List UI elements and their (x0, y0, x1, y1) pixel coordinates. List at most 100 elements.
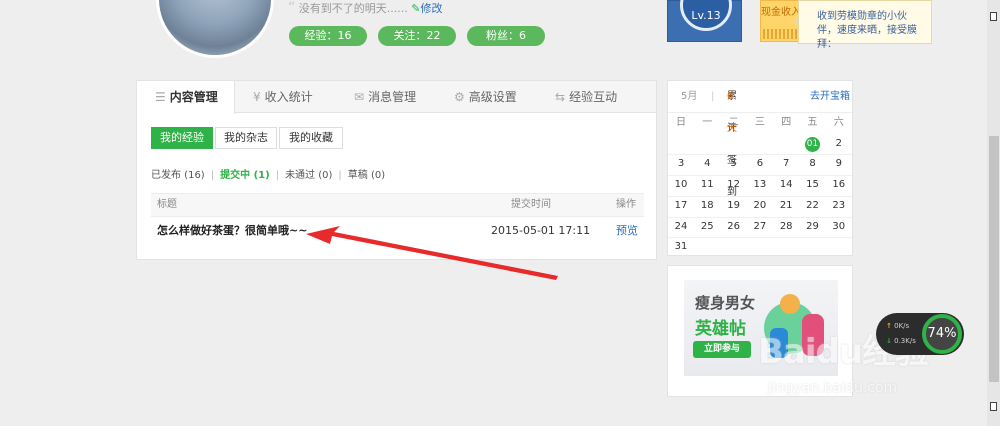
filter-drafts[interactable]: 草稿 (0) (348, 170, 385, 181)
scroll-down-button[interactable] (990, 402, 997, 411)
calendar-day[interactable]: 30 (826, 217, 852, 237)
tab-content-management[interactable]: ☰ 内容管理 (137, 81, 235, 114)
scroll-thumb[interactable] (989, 136, 999, 382)
scroll-up-button[interactable] (990, 12, 997, 21)
edit-motto-link[interactable]: ✎修改 (411, 2, 442, 15)
weekday-label: 日 (676, 117, 686, 128)
level-badge[interactable]: Lv.13 (667, 0, 742, 42)
weekday-label: 三 (754, 117, 765, 128)
filter-rejected[interactable]: 未通过 (0) (285, 170, 332, 181)
filter-submitting[interactable]: 提交中 (1) (220, 170, 270, 181)
gear-icon: ⚙ (454, 90, 465, 104)
stat-following[interactable]: 关注：22 (378, 26, 456, 46)
medal-tooltip: 收到劳模勋章的小伙伴，速度来晒，接受膜拜： (793, 0, 932, 50)
calendar-day[interactable]: 2 (826, 134, 852, 154)
calendar-day[interactable]: 19 (721, 196, 747, 216)
calendar-day[interactable]: 16 (826, 175, 852, 195)
sign-in-calendar: 5月 | 累计签到 0天 去开宝箱 日一二三四五六 01 2 3 4 5 6 7 8 9 10 11 1… (667, 80, 853, 259)
calendar-day (800, 237, 826, 257)
calendar-day[interactable]: 22 (800, 196, 826, 216)
calendar-day[interactable]: 9 (826, 154, 852, 174)
calendar-day (747, 237, 773, 257)
main-tabs: ☰ 内容管理 ¥ 收入统计 ✉ 消息管理 ⚙ 高级设置 ⇆ 经验互动 (137, 81, 656, 114)
calendar-day[interactable]: 5 (721, 154, 747, 174)
network-speed-widget[interactable]: ↑ 0K/s ↓ 0.3K/s 74% (876, 313, 964, 355)
calendar-day[interactable]: 4 (694, 154, 720, 174)
calendar-day[interactable]: 27 (747, 217, 773, 237)
calendar-day (694, 237, 720, 257)
calendar-day[interactable]: 10 (668, 175, 694, 195)
calendar-day[interactable]: 29 (800, 217, 826, 237)
calendar-day (747, 134, 773, 154)
calendar-day[interactable]: 21 (773, 196, 799, 216)
ad-illustration-head (780, 294, 800, 314)
calendar-day[interactable]: 14 (773, 175, 799, 195)
calendar-day[interactable]: 26 (721, 217, 747, 237)
calendar-row-divider (668, 257, 852, 259)
row-title-link[interactable]: 怎么样做好茶蛋？很简单哦~~ (157, 218, 307, 244)
tab-message-management[interactable]: ✉ 消息管理 (354, 81, 444, 113)
subtab-my-favorites[interactable]: 我的收藏 (279, 127, 343, 149)
subtab-my-magazine[interactable]: 我的杂志 (215, 127, 277, 149)
filter-published[interactable]: 已发布 (16) (151, 170, 205, 181)
weekday-label: 五 (807, 117, 818, 128)
today-marker: 01 (805, 136, 820, 152)
calendar-day[interactable]: 6 (747, 154, 773, 174)
weekday-label: 一 (702, 117, 713, 128)
weekday-label: 四 (781, 117, 792, 128)
weekday-label: 二 (728, 117, 739, 128)
calendar-day[interactable]: 23 (826, 196, 852, 216)
calendar-day (721, 237, 747, 257)
calendar-day[interactable]: 28 (773, 217, 799, 237)
calendar-day[interactable]: 18 (694, 196, 720, 216)
calendar-month: 5月 (681, 91, 698, 102)
calendar-day (826, 237, 852, 257)
profile-header: “ 没有到不了的明天...... ✎修改 经验：16 关注：22 粉丝：6 (136, 0, 656, 70)
calendar-day[interactable]: 11 (694, 175, 720, 195)
column-action: 操作 (616, 199, 636, 210)
table-header: 标题 提交时间 操作 (151, 193, 644, 217)
calendar-day[interactable]: 12 (721, 175, 747, 195)
calendar-day[interactable]: 01 (800, 134, 826, 154)
calendar-day[interactable]: 3 (668, 154, 694, 174)
tab-experience-interaction[interactable]: ⇆ 经验互动 (555, 81, 645, 113)
mail-icon: ✉ (354, 90, 365, 104)
preview-link[interactable]: 预览 (616, 218, 638, 244)
calendar-day[interactable]: 15 (800, 175, 826, 195)
calendar-day[interactable]: 7 (773, 154, 799, 174)
avatar[interactable] (156, 0, 274, 58)
calendar-day (694, 134, 720, 154)
tab-advanced-settings[interactable]: ⚙ 高级设置 (454, 81, 544, 113)
calendar-day[interactable]: 25 (694, 217, 720, 237)
memory-percent: 74% (922, 314, 962, 354)
barcode-icon (763, 29, 799, 39)
calendar-day (773, 237, 799, 257)
stat-fans[interactable]: 粉丝：6 (467, 26, 545, 46)
level-value: Lv.13 (680, 0, 732, 31)
calendar-day[interactable]: 17 (668, 196, 694, 216)
calendar-day[interactable]: 20 (747, 196, 773, 216)
weekday-label: 六 (833, 117, 844, 128)
subtab-my-experience[interactable]: 我的经验 (151, 127, 213, 149)
tab-income-stats[interactable]: ¥ 收入统计 (253, 81, 343, 113)
calendar-day (668, 134, 694, 154)
calendar-header: 5月 | 累计签到 0天 去开宝箱 (668, 81, 852, 198)
quote-icon: “ (288, 0, 296, 16)
ad-line2: 英雄帖 (695, 319, 746, 339)
calendar-day[interactable]: 24 (668, 217, 694, 237)
list-icon: ☰ (155, 90, 166, 104)
motto-text: 没有到不了的明天...... (298, 2, 408, 15)
open-treasure-link[interactable]: 去开宝箱 (810, 81, 850, 113)
calendar-day[interactable]: 8 (800, 154, 826, 174)
page-scrollbar[interactable] (987, 0, 1000, 426)
calendar-day[interactable]: 13 (747, 175, 773, 195)
calendar-day[interactable]: 31 (668, 237, 694, 257)
upload-speed: ↑ 0K/s (886, 322, 910, 330)
watermark-url: jingyan.baidu.com (768, 380, 898, 396)
column-submit-time: 提交时间 (511, 199, 551, 210)
stat-experience[interactable]: 经验：16 (289, 26, 367, 46)
join-now-button[interactable]: 立即参与 (693, 341, 751, 358)
calendar-day (773, 134, 799, 154)
exchange-icon: ⇆ (555, 90, 566, 104)
column-title: 标题 (157, 199, 177, 210)
